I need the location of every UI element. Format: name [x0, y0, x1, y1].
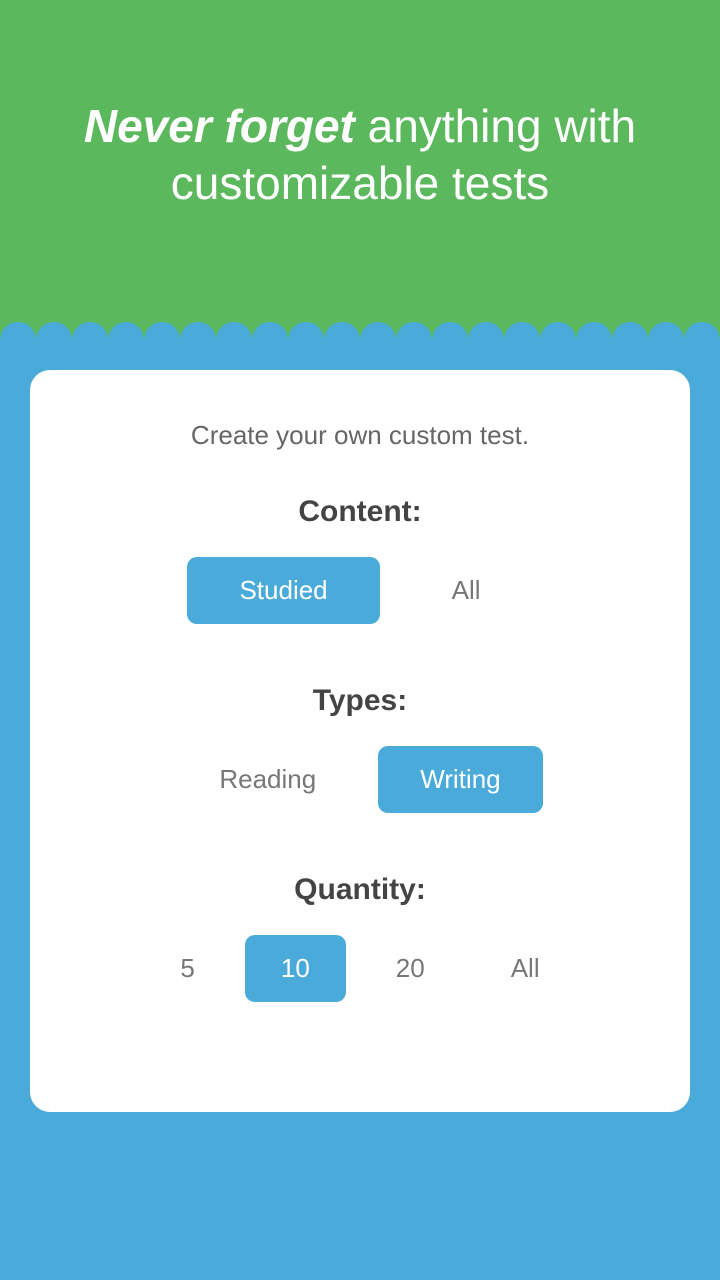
reading-button[interactable]: Reading	[177, 746, 358, 813]
types-button-group: Reading Writing	[177, 746, 542, 813]
header-bold: Never forget	[84, 100, 355, 152]
wave-divider	[0, 310, 720, 340]
content-button-group: Studied All	[187, 557, 532, 624]
content-section-label: Content:	[298, 495, 421, 529]
writing-button[interactable]: Writing	[378, 746, 542, 813]
main-content: Create your own custom test. Content: St…	[0, 340, 720, 1280]
custom-test-card: Create your own custom test. Content: St…	[30, 370, 690, 1112]
studied-button[interactable]: Studied	[187, 557, 379, 624]
quantity-button-group: 5 10 20 All	[144, 935, 575, 1002]
q20-button[interactable]: 20	[360, 935, 461, 1002]
types-section-label: Types:	[313, 684, 407, 718]
q5-button[interactable]: 5	[144, 935, 230, 1002]
quantity-section-label: Quantity:	[294, 873, 426, 907]
header-title: Never forget anything with customizable …	[44, 98, 676, 213]
qall-button[interactable]: All	[475, 935, 576, 1002]
header-section: Never forget anything with customizable …	[0, 0, 720, 310]
card-subtitle: Create your own custom test.	[191, 420, 529, 451]
header-rest: anything with	[355, 100, 636, 152]
divider-svg	[0, 310, 720, 340]
header-line2: customizable tests	[171, 157, 549, 209]
q10-button[interactable]: 10	[245, 935, 346, 1002]
all-content-button[interactable]: All	[400, 557, 533, 624]
